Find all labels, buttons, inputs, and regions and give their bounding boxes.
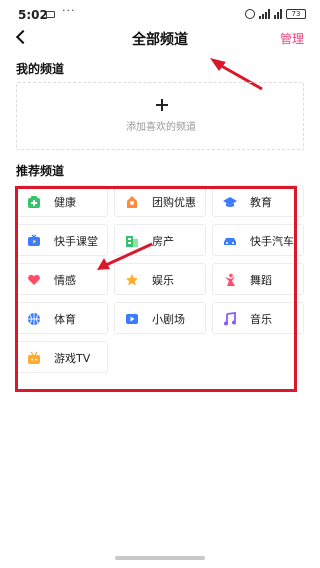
annotation-arrow-emotion [97,242,153,270]
home-indicator[interactable] [115,556,205,560]
